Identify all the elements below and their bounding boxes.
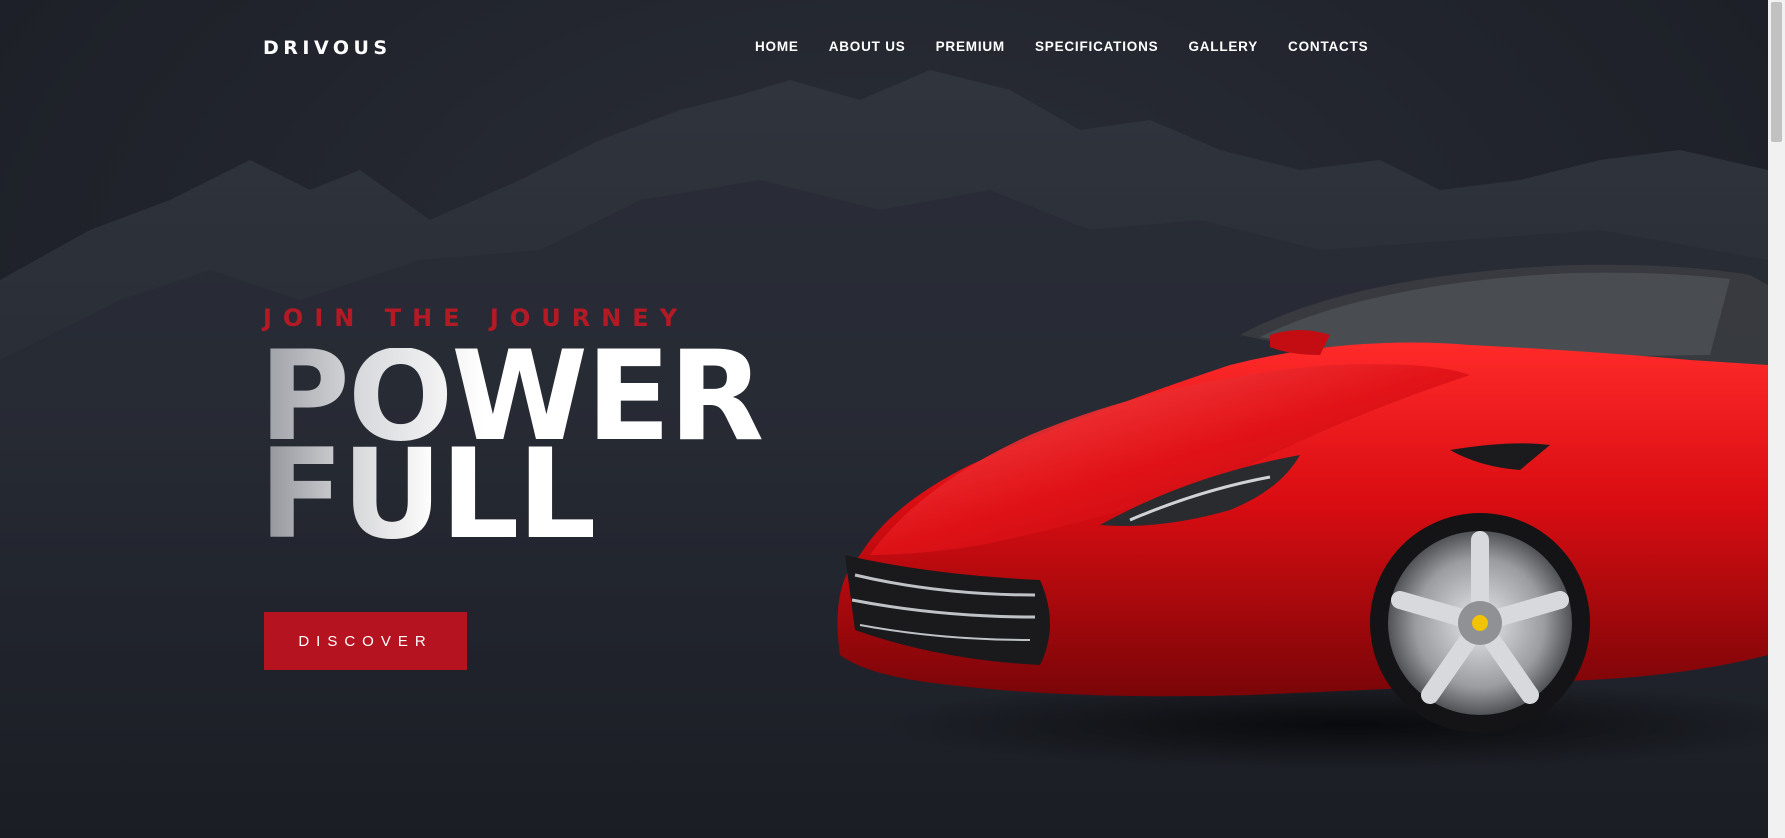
hero-section: DRIVOUS HOME ABOUT US PREMIUM SPECIFICAT…	[0, 0, 1768, 838]
nav-item-premium[interactable]: PREMIUM	[936, 39, 1005, 54]
nav-item-contacts[interactable]: CONTACTS	[1288, 39, 1368, 54]
nav-item-gallery[interactable]: GALLERY	[1188, 39, 1258, 54]
page-scrollbar[interactable]	[1768, 0, 1785, 838]
nav-item-home[interactable]: HOME	[755, 39, 799, 54]
discover-button[interactable]: DISCOVER	[264, 612, 467, 670]
brand-logo[interactable]: DRIVOUS	[263, 37, 392, 59]
main-nav: HOME ABOUT US PREMIUM SPECIFICATIONS GAL…	[755, 39, 1368, 54]
hero-headline: POWER FULL	[259, 335, 764, 557]
scrollbar-thumb[interactable]	[1771, 2, 1782, 142]
nav-item-about-us[interactable]: ABOUT US	[829, 39, 906, 54]
hero-car-image	[837, 264, 1768, 770]
nav-item-specifications[interactable]: SPECIFICATIONS	[1035, 39, 1158, 54]
